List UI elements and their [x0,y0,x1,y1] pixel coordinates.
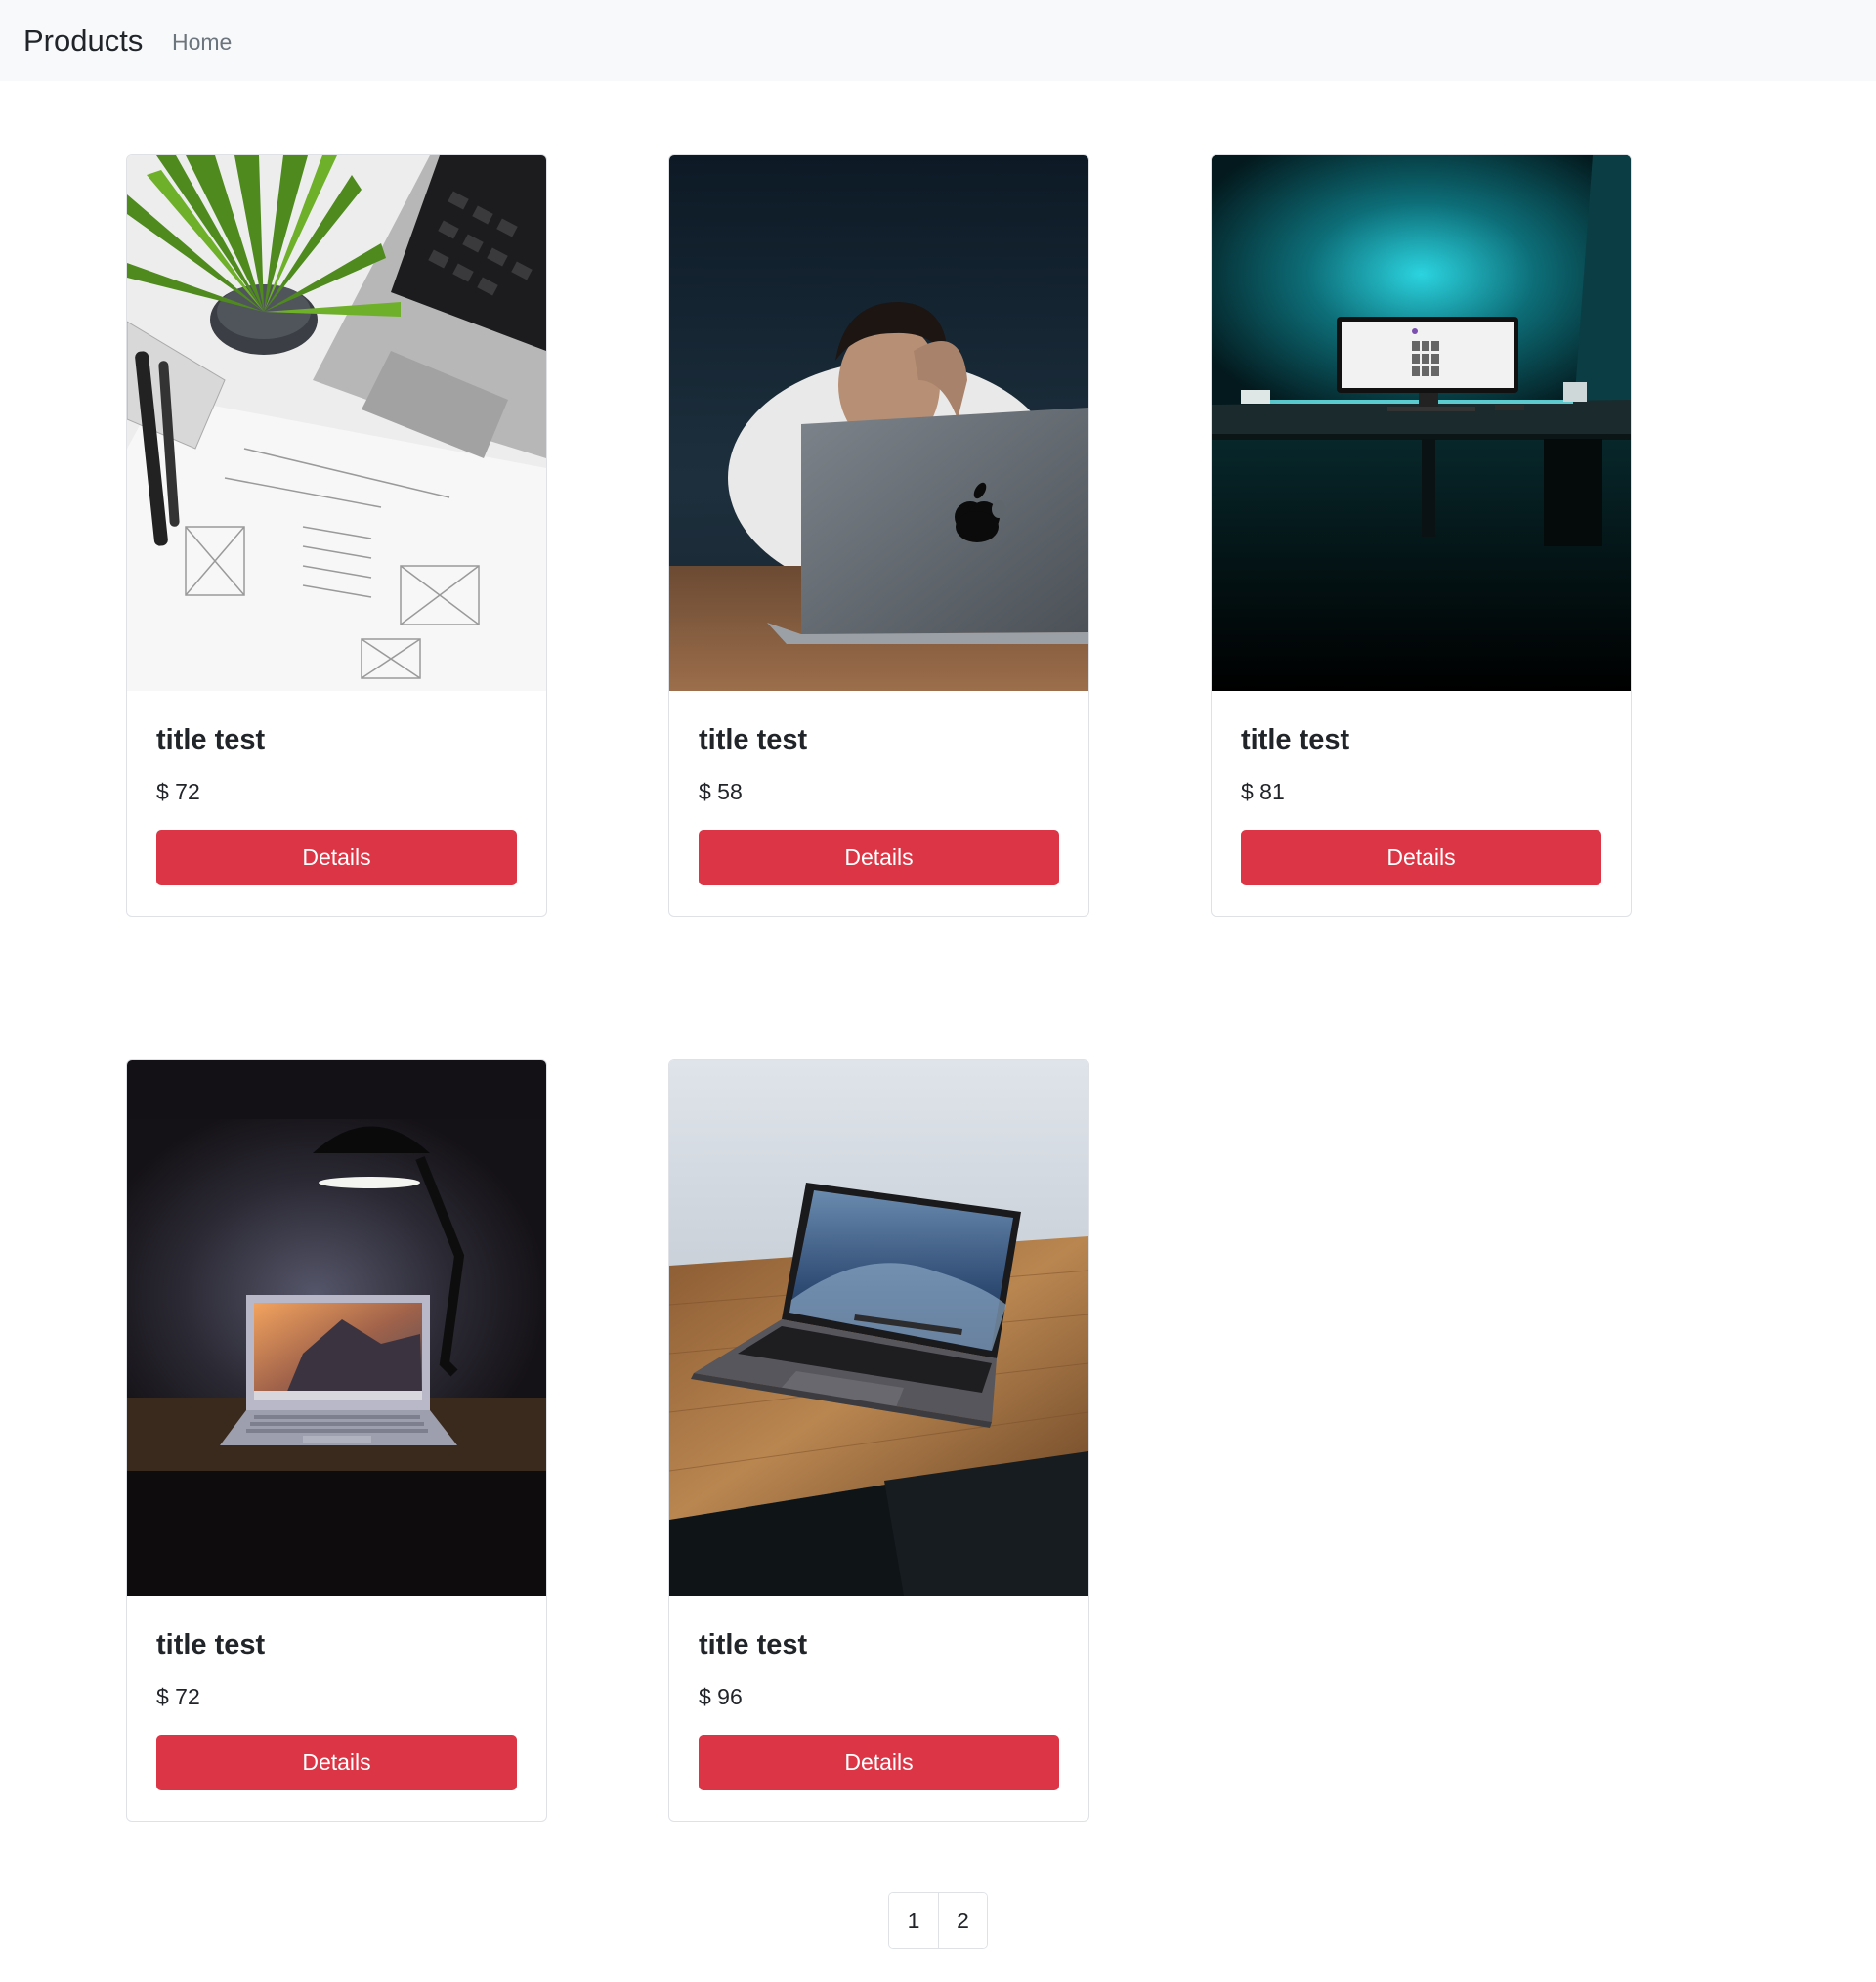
product-price: $ 96 [699,1684,743,1709]
product-title: title test [156,1629,266,1660]
product-image [127,155,546,691]
details-button[interactable]: Details [699,830,1059,885]
navbar: Products Home [0,0,1876,81]
product-title: title test [156,724,266,755]
pagination: 1 2 [888,1892,988,1949]
product-price: $ 58 [699,779,743,804]
product-title: title test [1241,724,1350,755]
product-title: title test [699,724,808,755]
product-price: $ 72 [156,779,200,804]
product-title: title test [699,1629,808,1660]
product-image [1212,155,1631,691]
product-card: title test $ 96 Details [668,1059,1089,1822]
product-price: $ 81 [1241,779,1285,804]
product-image [127,1060,546,1596]
details-button[interactable]: Details [699,1735,1059,1790]
product-card: title test $ 72 Details [126,154,547,917]
product-image [669,155,1088,691]
nav-link-home[interactable]: Home [172,26,232,58]
product-image [669,1060,1088,1596]
details-button[interactable]: Details [156,1735,517,1790]
details-button[interactable]: Details [156,830,517,885]
page-link-2[interactable]: 2 [938,1893,987,1948]
product-card: title test $ 58 Details [668,154,1089,917]
page-link-1[interactable]: 1 [889,1893,938,1948]
product-card: title test $ 81 Details [1211,154,1632,917]
product-card: title test $ 72 Details [126,1059,547,1822]
details-button[interactable]: Details [1241,830,1601,885]
product-price: $ 72 [156,1684,200,1709]
navbar-brand[interactable]: Products [23,22,143,61]
